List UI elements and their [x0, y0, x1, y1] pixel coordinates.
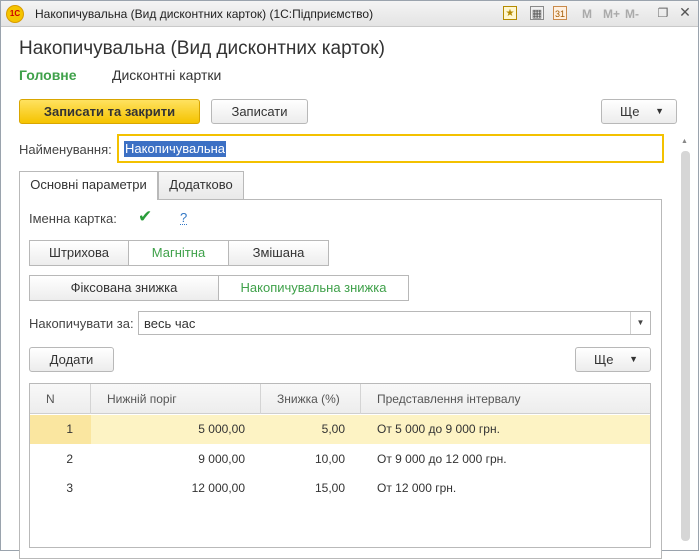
named-card-checkbox[interactable]: ✔ — [138, 208, 156, 226]
scroll-up-icon[interactable]: ▲ — [681, 138, 688, 145]
cell-interval: От 5 000 до 9 000 грн. — [377, 422, 500, 436]
discount-table[interactable]: N Нижній поріг Знижка (%) Представлення … — [29, 383, 651, 548]
cell-threshold: 5 000,00 — [198, 422, 245, 436]
restore-window-icon[interactable]: ❐ — [656, 6, 670, 20]
app-logo[interactable]: 1С — [6, 5, 24, 23]
discount-type-cumulative[interactable]: Накопичувальна знижка — [218, 275, 409, 301]
scrollbar-thumb[interactable] — [681, 151, 690, 541]
cell-discount: 15,00 — [314, 481, 345, 495]
cell-n: 3 — [66, 481, 73, 495]
chevron-down-icon[interactable]: ▼ — [630, 312, 650, 334]
column-n[interactable]: N — [30, 384, 91, 414]
help-link[interactable]: ? — [180, 211, 188, 225]
name-input-value: Накопичувальна — [124, 141, 227, 157]
memory-m-button[interactable]: M — [582, 7, 592, 21]
cell-threshold: 9 000,00 — [198, 452, 245, 466]
cell-n: 2 — [66, 452, 73, 466]
form-title: Накопичувальна (Вид дисконтних карток) — [19, 38, 385, 59]
accumulate-period-select[interactable]: весь час ▼ — [138, 311, 651, 335]
table-more-label: Ще — [594, 352, 614, 367]
save-and-close-button[interactable]: Записати та закрити — [19, 99, 200, 124]
table-row[interactable]: 1 5 000,00 5,00 От 5 000 до 9 000 грн. — [30, 415, 650, 444]
tab-main-parameters[interactable]: Основні параметри — [19, 171, 158, 200]
column-threshold[interactable]: Нижній поріг — [91, 384, 261, 414]
cell-interval: От 9 000 до 12 000 грн. — [377, 452, 507, 466]
accumulate-label: Накопичувати за: — [29, 316, 134, 331]
name-label: Найменування: — [19, 142, 112, 157]
card-type-barcode[interactable]: Штрихова — [29, 240, 129, 266]
nav-discount-cards[interactable]: Дисконтні картки — [112, 67, 221, 83]
table-header: N Нижній поріг Знижка (%) Представлення … — [30, 384, 650, 414]
cell-interval: От 12 000 грн. — [377, 481, 457, 495]
app-window: 1С Накопичувальна (Вид дисконтних карток… — [0, 0, 699, 559]
memory-plus-button[interactable]: M+ — [603, 7, 620, 21]
memory-minus-button[interactable]: M- — [625, 7, 639, 21]
caret-down-icon: ▼ — [655, 106, 664, 116]
column-discount[interactable]: Знижка (%) — [261, 384, 361, 414]
table-more-button[interactable]: Ще ▼ — [575, 347, 651, 372]
card-type-magnetic[interactable]: Магнітна — [128, 240, 229, 266]
named-card-label: Іменна картка: — [29, 211, 117, 226]
card-type-mixed[interactable]: Змішана — [228, 240, 329, 266]
window-title: Накопичувальна (Вид дисконтних карток) (… — [35, 7, 374, 21]
cell-n: 1 — [30, 415, 91, 444]
calendar-icon[interactable]: 31 — [553, 6, 567, 20]
save-button[interactable]: Записати — [211, 99, 308, 124]
cell-discount: 10,00 — [314, 452, 345, 466]
close-icon[interactable]: ✕ — [678, 5, 692, 19]
accumulate-period-value: весь час — [144, 316, 196, 331]
name-input[interactable]: Накопичувальна — [117, 134, 664, 163]
favorite-star-icon[interactable]: ★ — [503, 6, 517, 20]
table-row[interactable]: 2 9 000,00 10,00 От 9 000 до 12 000 грн. — [30, 445, 650, 474]
cell-threshold: 12 000,00 — [191, 481, 245, 495]
table-row[interactable]: 3 12 000,00 15,00 От 12 000 грн. — [30, 474, 650, 503]
caret-down-icon: ▼ — [629, 354, 638, 364]
discount-type-fixed[interactable]: Фіксована знижка — [29, 275, 219, 301]
more-button-label: Ще — [620, 104, 640, 119]
calculator-icon[interactable]: ▦ — [530, 6, 544, 20]
more-button[interactable]: Ще ▼ — [601, 99, 677, 124]
nav-main[interactable]: Головне — [19, 67, 77, 83]
cell-discount: 5,00 — [321, 422, 345, 436]
column-interval[interactable]: Представлення інтервалу — [361, 384, 650, 414]
title-bar: 1С Накопичувальна (Вид дисконтних карток… — [1, 1, 698, 27]
tab-additional[interactable]: Додатково — [158, 171, 244, 199]
add-row-button[interactable]: Додати — [29, 347, 114, 372]
